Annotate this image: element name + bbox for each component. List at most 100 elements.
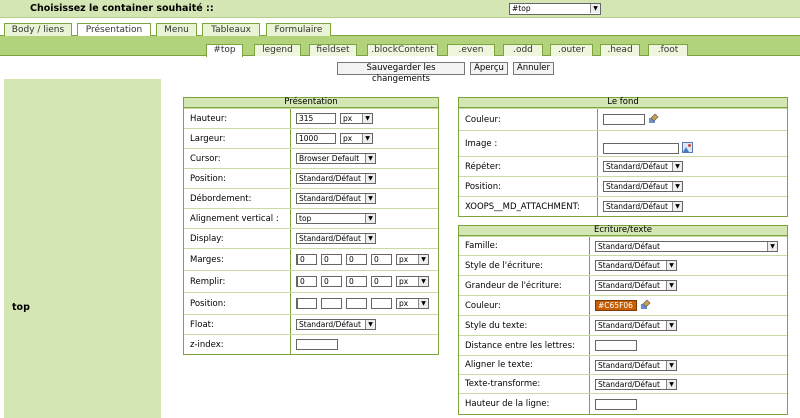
text-decoration-value: Standard/Défaut bbox=[598, 321, 660, 330]
subtab-legend[interactable]: legend bbox=[254, 44, 301, 56]
bg-image-input[interactable] bbox=[603, 143, 679, 154]
bg-repeat-value: Standard/Défaut bbox=[606, 162, 668, 171]
display-select[interactable]: Standard/Défaut ▼ bbox=[296, 233, 376, 244]
subtab-odd[interactable]: .odd bbox=[503, 44, 543, 56]
font-family-select[interactable]: Standard/Défaut ▼ bbox=[595, 241, 778, 252]
background-panel-title: Le fond bbox=[459, 98, 787, 108]
padding-unit-value: px bbox=[399, 277, 409, 286]
sub-tabs: #top legend fieldset .blockContent .even… bbox=[0, 36, 800, 57]
tab-body-liens[interactable]: Body / liens bbox=[4, 23, 72, 36]
cursor-row: Cursor: Browser Default ▼ bbox=[184, 148, 438, 168]
overflow-row: Débordement: Standard/Défaut ▼ bbox=[184, 188, 438, 208]
bg-color-row: Couleur: bbox=[459, 108, 787, 130]
width-unit-select[interactable]: px ▼ bbox=[340, 133, 373, 144]
valign-row: Alignement vertical : top ▼ bbox=[184, 208, 438, 228]
font-style-value: Standard/Défaut bbox=[598, 261, 660, 270]
bg-attachment-select[interactable]: Standard/Défaut ▼ bbox=[603, 201, 683, 212]
valign-select[interactable]: top ▼ bbox=[296, 213, 376, 224]
margin-left-input[interactable]: 0 bbox=[371, 254, 392, 265]
margin-top-input[interactable]: 0 bbox=[296, 254, 317, 265]
bg-color-input[interactable] bbox=[603, 114, 645, 125]
font-family-label: Famille: bbox=[465, 241, 498, 251]
tab-formulaire[interactable]: Formulaire bbox=[266, 23, 331, 36]
overflow-label: Débordement: bbox=[190, 193, 252, 204]
height-unit-select[interactable]: px ▼ bbox=[340, 113, 373, 124]
preview-button[interactable]: Aperçu bbox=[470, 62, 508, 75]
offset-right-input[interactable] bbox=[321, 298, 342, 309]
width-input[interactable]: 1000 bbox=[296, 133, 336, 144]
save-button[interactable]: Sauvegarder les changements bbox=[337, 62, 465, 84]
subtab-head[interactable]: .head bbox=[600, 44, 640, 56]
padding-left-input[interactable]: 0 bbox=[371, 276, 392, 287]
chevron-down-icon: ▼ bbox=[418, 299, 428, 308]
color-picker-icon[interactable] bbox=[640, 299, 651, 310]
margin-bottom-input[interactable]: 0 bbox=[346, 254, 367, 265]
container-prompt: Choisissez le container souhaité :: bbox=[30, 3, 214, 14]
float-select[interactable]: Standard/Défaut ▼ bbox=[296, 319, 376, 330]
line-height-input[interactable] bbox=[595, 399, 637, 410]
bg-position-select[interactable]: Standard/Défaut ▼ bbox=[603, 181, 683, 192]
tab-tableaux[interactable]: Tableaux bbox=[202, 23, 260, 36]
bg-position-row: Position: Standard/Défaut ▼ bbox=[459, 176, 787, 196]
padding-unit-select[interactable]: px ▼ bbox=[396, 276, 429, 287]
text-color-label: Couleur: bbox=[465, 300, 501, 311]
chevron-down-icon: ▼ bbox=[666, 380, 676, 389]
text-color-input[interactable]: #C65F06 bbox=[595, 300, 637, 311]
text-decoration-label: Style du texte: bbox=[465, 320, 528, 331]
cancel-button[interactable]: Annuler bbox=[513, 62, 554, 75]
text-decoration-select[interactable]: Standard/Défaut ▼ bbox=[595, 320, 677, 331]
subtab-outer[interactable]: .outer bbox=[550, 44, 593, 56]
presentation-panel: Présentation Hauteur: 315 px ▼ Largeur: 1… bbox=[183, 97, 439, 355]
text-align-label: Aligner le texte: bbox=[465, 360, 533, 370]
height-label: Hauteur: bbox=[190, 113, 228, 124]
container-label: top bbox=[12, 302, 30, 313]
tab-presentation[interactable]: Présentation bbox=[77, 23, 151, 37]
font-family-row: Famille: Standard/Défaut ▼ bbox=[459, 236, 787, 255]
height-input[interactable]: 315 bbox=[296, 113, 336, 124]
container-select[interactable]: #top ▼ bbox=[509, 3, 601, 15]
padding-bottom-input[interactable]: 0 bbox=[346, 276, 367, 287]
chevron-down-icon: ▼ bbox=[365, 174, 375, 183]
position-row: Position: Standard/Défaut ▼ bbox=[184, 168, 438, 188]
offset-left-input[interactable] bbox=[371, 298, 392, 309]
subtab-fieldset[interactable]: fieldset bbox=[309, 44, 357, 56]
zindex-input[interactable] bbox=[296, 339, 338, 350]
chevron-down-icon: ▼ bbox=[666, 261, 676, 270]
subtab-top[interactable]: #top bbox=[206, 44, 243, 57]
image-browse-icon[interactable] bbox=[682, 142, 693, 153]
chevron-down-icon: ▼ bbox=[672, 202, 682, 211]
chevron-down-icon: ▼ bbox=[418, 255, 428, 264]
container-label-column: top bbox=[4, 79, 161, 418]
text-transform-select[interactable]: Standard/Défaut ▼ bbox=[595, 379, 677, 390]
chevron-down-icon: ▼ bbox=[666, 321, 676, 330]
padding-right-input[interactable]: 0 bbox=[321, 276, 342, 287]
float-value: Standard/Défaut bbox=[299, 320, 361, 329]
cursor-select[interactable]: Browser Default ▼ bbox=[296, 153, 376, 164]
position-select[interactable]: Standard/Défaut ▼ bbox=[296, 173, 376, 184]
subtab-blockcontent[interactable]: .blockContent bbox=[367, 44, 438, 56]
margin-right-input[interactable]: 0 bbox=[321, 254, 342, 265]
subtab-foot[interactable]: .foot bbox=[648, 44, 688, 56]
color-picker-icon[interactable] bbox=[648, 113, 659, 124]
offset-top-input[interactable] bbox=[296, 298, 317, 309]
padding-top-input[interactable]: 0 bbox=[296, 276, 317, 287]
margins-unit-select[interactable]: px ▼ bbox=[396, 254, 429, 265]
margins-label: Marges: bbox=[190, 254, 224, 265]
main-tabs: Body / liens Présentation Menu Tableaux … bbox=[0, 19, 800, 37]
offset-bottom-input[interactable] bbox=[346, 298, 367, 309]
bg-repeat-select[interactable]: Standard/Défaut ▼ bbox=[603, 161, 683, 172]
bg-attachment-value: Standard/Défaut bbox=[606, 202, 668, 211]
text-color-row: Couleur: #C65F06 bbox=[459, 295, 787, 315]
overflow-select[interactable]: Standard/Défaut ▼ bbox=[296, 193, 376, 204]
chevron-down-icon: ▼ bbox=[672, 182, 682, 191]
letter-spacing-input[interactable] bbox=[595, 340, 637, 351]
text-align-select[interactable]: Standard/Défaut ▼ bbox=[595, 360, 677, 371]
font-size-select[interactable]: Standard/Défaut ▼ bbox=[595, 280, 677, 291]
text-panel-title: Ecriture/texte bbox=[459, 226, 787, 236]
font-style-select[interactable]: Standard/Défaut ▼ bbox=[595, 260, 677, 271]
chevron-down-icon: ▼ bbox=[362, 134, 372, 143]
bg-repeat-label: Répéter: bbox=[465, 161, 502, 172]
offset-unit-select[interactable]: px ▼ bbox=[396, 298, 429, 309]
subtab-even[interactable]: .even bbox=[447, 44, 495, 56]
tab-menu[interactable]: Menu bbox=[156, 23, 197, 36]
